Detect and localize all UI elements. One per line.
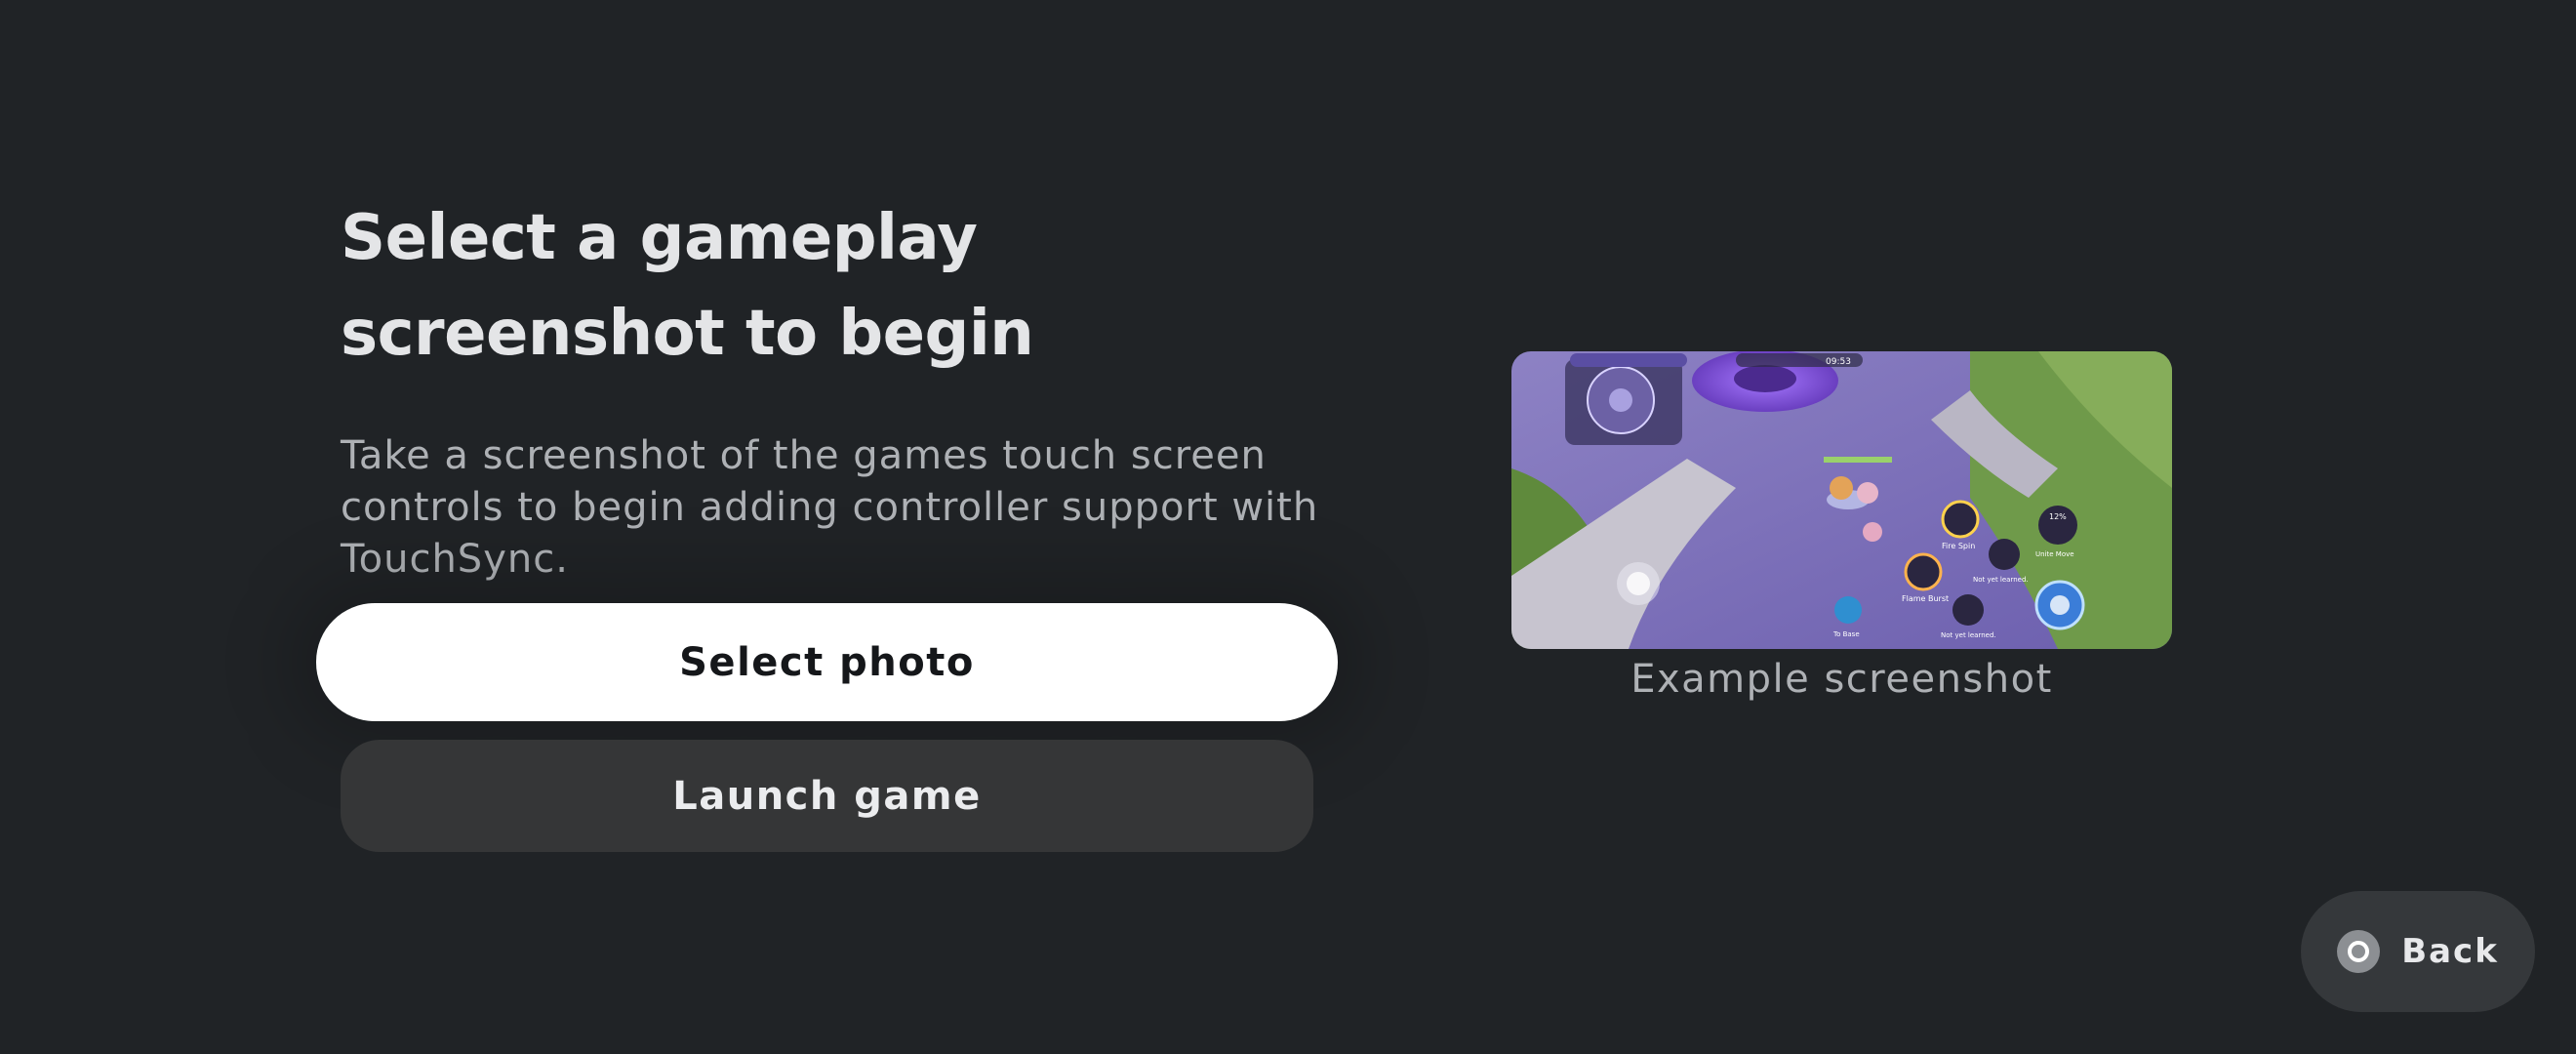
hud-unlearned-1: Not yet learned. [1973, 576, 2029, 584]
page-description: Take a screenshot of the games touch scr… [341, 433, 1319, 582]
hud-skill-2: Flame Burst [1902, 594, 1949, 603]
hud-timer: 09:53 [1826, 357, 1851, 367]
example-caption: Example screenshot [1630, 657, 2053, 702]
hud-unlearned-2: Not yet learned. [1941, 631, 1996, 639]
hud-unite-percent: 12% [2049, 512, 2067, 521]
hud-unite: Unite Move [2035, 550, 2074, 558]
hud-skill-1: Fire Spin [1942, 542, 1975, 550]
back-label: Back [2401, 932, 2499, 971]
back-button[interactable]: Back [2301, 891, 2535, 1012]
intro-panel: Select a gameplay screenshot to begin Ta… [341, 190, 1326, 586]
example-screenshot: 09:53 Fire Spin Flame Burst Not yet lear… [1511, 351, 2172, 702]
page-title: Select a gameplay screenshot to begin [341, 202, 1034, 370]
circle-button-icon [2337, 930, 2381, 973]
touchsync-onboarding-screen: Select a gameplay screenshot to begin Ta… [0, 0, 2576, 1054]
select-photo-button[interactable]: Select photo [316, 603, 1338, 721]
launch-game-button[interactable]: Launch game [341, 740, 1313, 852]
example-screenshot-image: 09:53 Fire Spin Flame Burst Not yet lear… [1511, 351, 2172, 649]
hud-to-base: To Base [1832, 630, 1860, 638]
